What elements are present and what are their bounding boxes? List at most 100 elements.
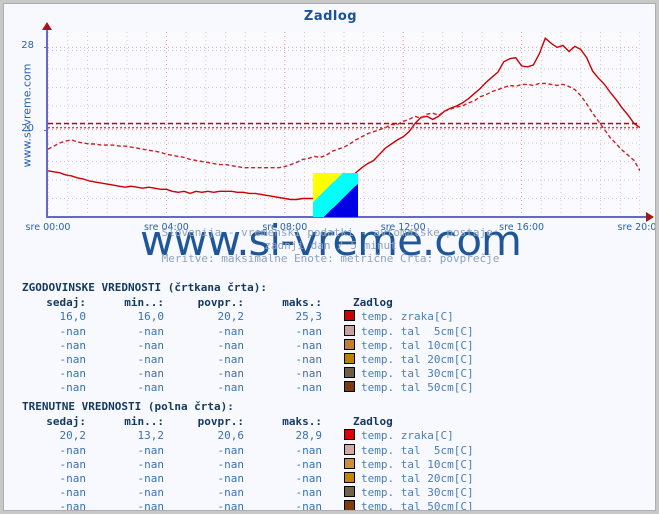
- cell-povpr: -nan: [217, 471, 245, 485]
- subtitle-line-2: zadnji dan / 5 minut: [264, 239, 397, 252]
- cell-min: -nan: [137, 500, 165, 511]
- chart-page: Zadlog www.si-vreme.com 20 28 sre 00:00 sre…: [3, 3, 656, 511]
- table-row: -nan -nan -nan -nan temp. tal 10cm[C]: [22, 457, 474, 472]
- plot-area: 20 28 sre 00:00 sre 04:00 sre 08:00 sre 12:00…: [21, 22, 655, 233]
- cell-maks: 28,9: [295, 429, 323, 443]
- cell-min: 13,2: [137, 429, 165, 443]
- table-row: -nan -nan -nan -nan temp. tal 50cm[C]: [22, 381, 474, 395]
- table-column-headers: sedaj: min..: povpr.: maks.: Zadlog: [22, 415, 474, 429]
- cell-sedaj: -nan: [59, 338, 87, 352]
- table-row: -nan -nan -nan -nan temp. tal 30cm[C]: [22, 367, 474, 381]
- cell-sedaj: 20,2: [59, 429, 87, 443]
- current-values-table: TRENUTNE VREDNOSTI (polna črta): sedaj: mi…: [22, 400, 474, 511]
- table-row: -nan -nan -nan -nan temp. tal 5cm[C]: [22, 443, 474, 458]
- series-label: temp. zraka[C]: [361, 429, 454, 443]
- cell-maks: -nan: [295, 324, 323, 338]
- cell-povpr: 20,6: [217, 429, 245, 443]
- series-label: temp. tal 5cm[C]: [361, 443, 474, 457]
- cell-min: -nan: [137, 486, 165, 500]
- series-label: temp. tal 30cm[C]: [361, 486, 474, 500]
- cell-maks: -nan: [295, 352, 323, 366]
- column-header: maks.:: [282, 415, 322, 429]
- series-color-swatch: [344, 310, 355, 322]
- si-vreme-logo: [313, 173, 358, 217]
- series-color-swatch: [344, 324, 355, 336]
- series-label: temp. tal 20cm[C]: [361, 352, 474, 366]
- series-color-swatch: [344, 471, 355, 483]
- cell-sedaj: -nan: [59, 471, 87, 485]
- cell-sedaj: -nan: [59, 324, 87, 338]
- series-label: temp. zraka[C]: [361, 310, 454, 324]
- cell-min: -nan: [137, 352, 165, 366]
- cell-min: -nan: [137, 338, 165, 352]
- cell-povpr: -nan: [217, 352, 245, 366]
- column-header: sedaj:: [46, 415, 86, 429]
- cell-sedaj: 16,0: [59, 310, 87, 324]
- series-color-swatch: [344, 367, 355, 379]
- column-header: maks.:: [282, 296, 322, 310]
- cell-min: -nan: [137, 443, 165, 457]
- table-row: -nan -nan -nan -nan temp. tal 50cm[C]: [22, 500, 474, 511]
- cell-maks: -nan: [295, 381, 323, 395]
- cell-povpr: -nan: [217, 457, 245, 471]
- y-axis: [46, 29, 48, 218]
- cell-maks: -nan: [295, 338, 323, 352]
- series-color-swatch: [344, 500, 355, 510]
- site-watermark-vertical: www.si-vreme.com: [20, 63, 34, 168]
- cell-min: -nan: [137, 457, 165, 471]
- table-row: -nan -nan -nan -nan temp. tal 5cm[C]: [22, 324, 474, 339]
- page-title: Zadlog: [303, 9, 358, 24]
- series-color-swatch: [344, 443, 355, 455]
- series-label: temp. tal 50cm[C]: [361, 500, 474, 511]
- cell-min: -nan: [137, 324, 165, 338]
- column-header: povpr.:: [197, 296, 244, 310]
- y-axis-arrow-icon: [42, 22, 52, 30]
- cell-sedaj: -nan: [59, 500, 87, 511]
- series-color-swatch: [344, 352, 355, 364]
- cell-maks: -nan: [295, 500, 323, 511]
- cell-maks: -nan: [295, 471, 323, 485]
- series-color-swatch: [344, 486, 355, 498]
- cell-sedaj: -nan: [59, 367, 87, 381]
- cell-min: -nan: [137, 367, 165, 381]
- subtitle-line-3: Meritve: maksimalne Enote: metrične Črta…: [161, 252, 500, 265]
- column-header: min..:: [124, 415, 164, 429]
- cell-maks: 25,3: [295, 310, 323, 324]
- column-header: povpr.:: [197, 415, 244, 429]
- y-tick-mark: [44, 129, 48, 131]
- y-tick-label: 28: [21, 40, 34, 52]
- table-row: -nan -nan -nan -nan temp. tal 20cm[C]: [22, 471, 474, 486]
- y-tick-mark: [44, 47, 48, 49]
- series-label: temp. tal 10cm[C]: [361, 457, 474, 471]
- cell-povpr: -nan: [217, 500, 245, 511]
- table-row: -nan -nan -nan -nan temp. tal 30cm[C]: [22, 486, 474, 500]
- cell-sedaj: -nan: [59, 457, 87, 471]
- table-column-headers: sedaj: min..: povpr.: maks.: Zadlog: [22, 296, 474, 310]
- cell-maks: -nan: [295, 443, 323, 457]
- x-axis-arrow-icon: [646, 212, 654, 222]
- subtitle-line-1: Slovenija - vremenski podatki - avtomats…: [161, 226, 500, 239]
- series-label: temp. tal 5cm[C]: [361, 324, 474, 338]
- table-heading: ZGODOVINSKE VREDNOSTI (črtkana črta):: [22, 281, 268, 294]
- cell-povpr: -nan: [217, 367, 245, 381]
- column-header: sedaj:: [46, 296, 86, 310]
- table-row: 20,2 13,2 20,6 28,9 temp. zraka[C]: [22, 429, 474, 443]
- table-row: -nan -nan -nan -nan temp. tal 20cm[C]: [22, 352, 474, 367]
- series-color-swatch: [344, 338, 355, 350]
- station-name: Zadlog: [353, 415, 393, 429]
- series-label: temp. tal 20cm[C]: [361, 471, 474, 485]
- table-heading: TRENUTNE VREDNOSTI (polna črta):: [22, 400, 234, 413]
- historic-values-table: ZGODOVINSKE VREDNOSTI (črtkana črta): sed…: [22, 281, 474, 396]
- cell-povpr: -nan: [217, 486, 245, 500]
- cell-sedaj: -nan: [59, 352, 87, 366]
- table-row: 16,0 16,0 20,2 25,3 temp. zraka[C]: [22, 310, 474, 324]
- series-label: temp. tal 30cm[C]: [361, 367, 474, 381]
- table-row: -nan -nan -nan -nan temp. tal 10cm[C]: [22, 338, 474, 353]
- series-color-swatch: [344, 429, 355, 441]
- cell-povpr: -nan: [217, 324, 245, 338]
- cell-povpr: -nan: [217, 338, 245, 352]
- cell-min: -nan: [137, 471, 165, 485]
- series-color-swatch: [344, 381, 355, 393]
- cell-sedaj: -nan: [59, 486, 87, 500]
- cell-povpr: 20,2: [217, 310, 245, 324]
